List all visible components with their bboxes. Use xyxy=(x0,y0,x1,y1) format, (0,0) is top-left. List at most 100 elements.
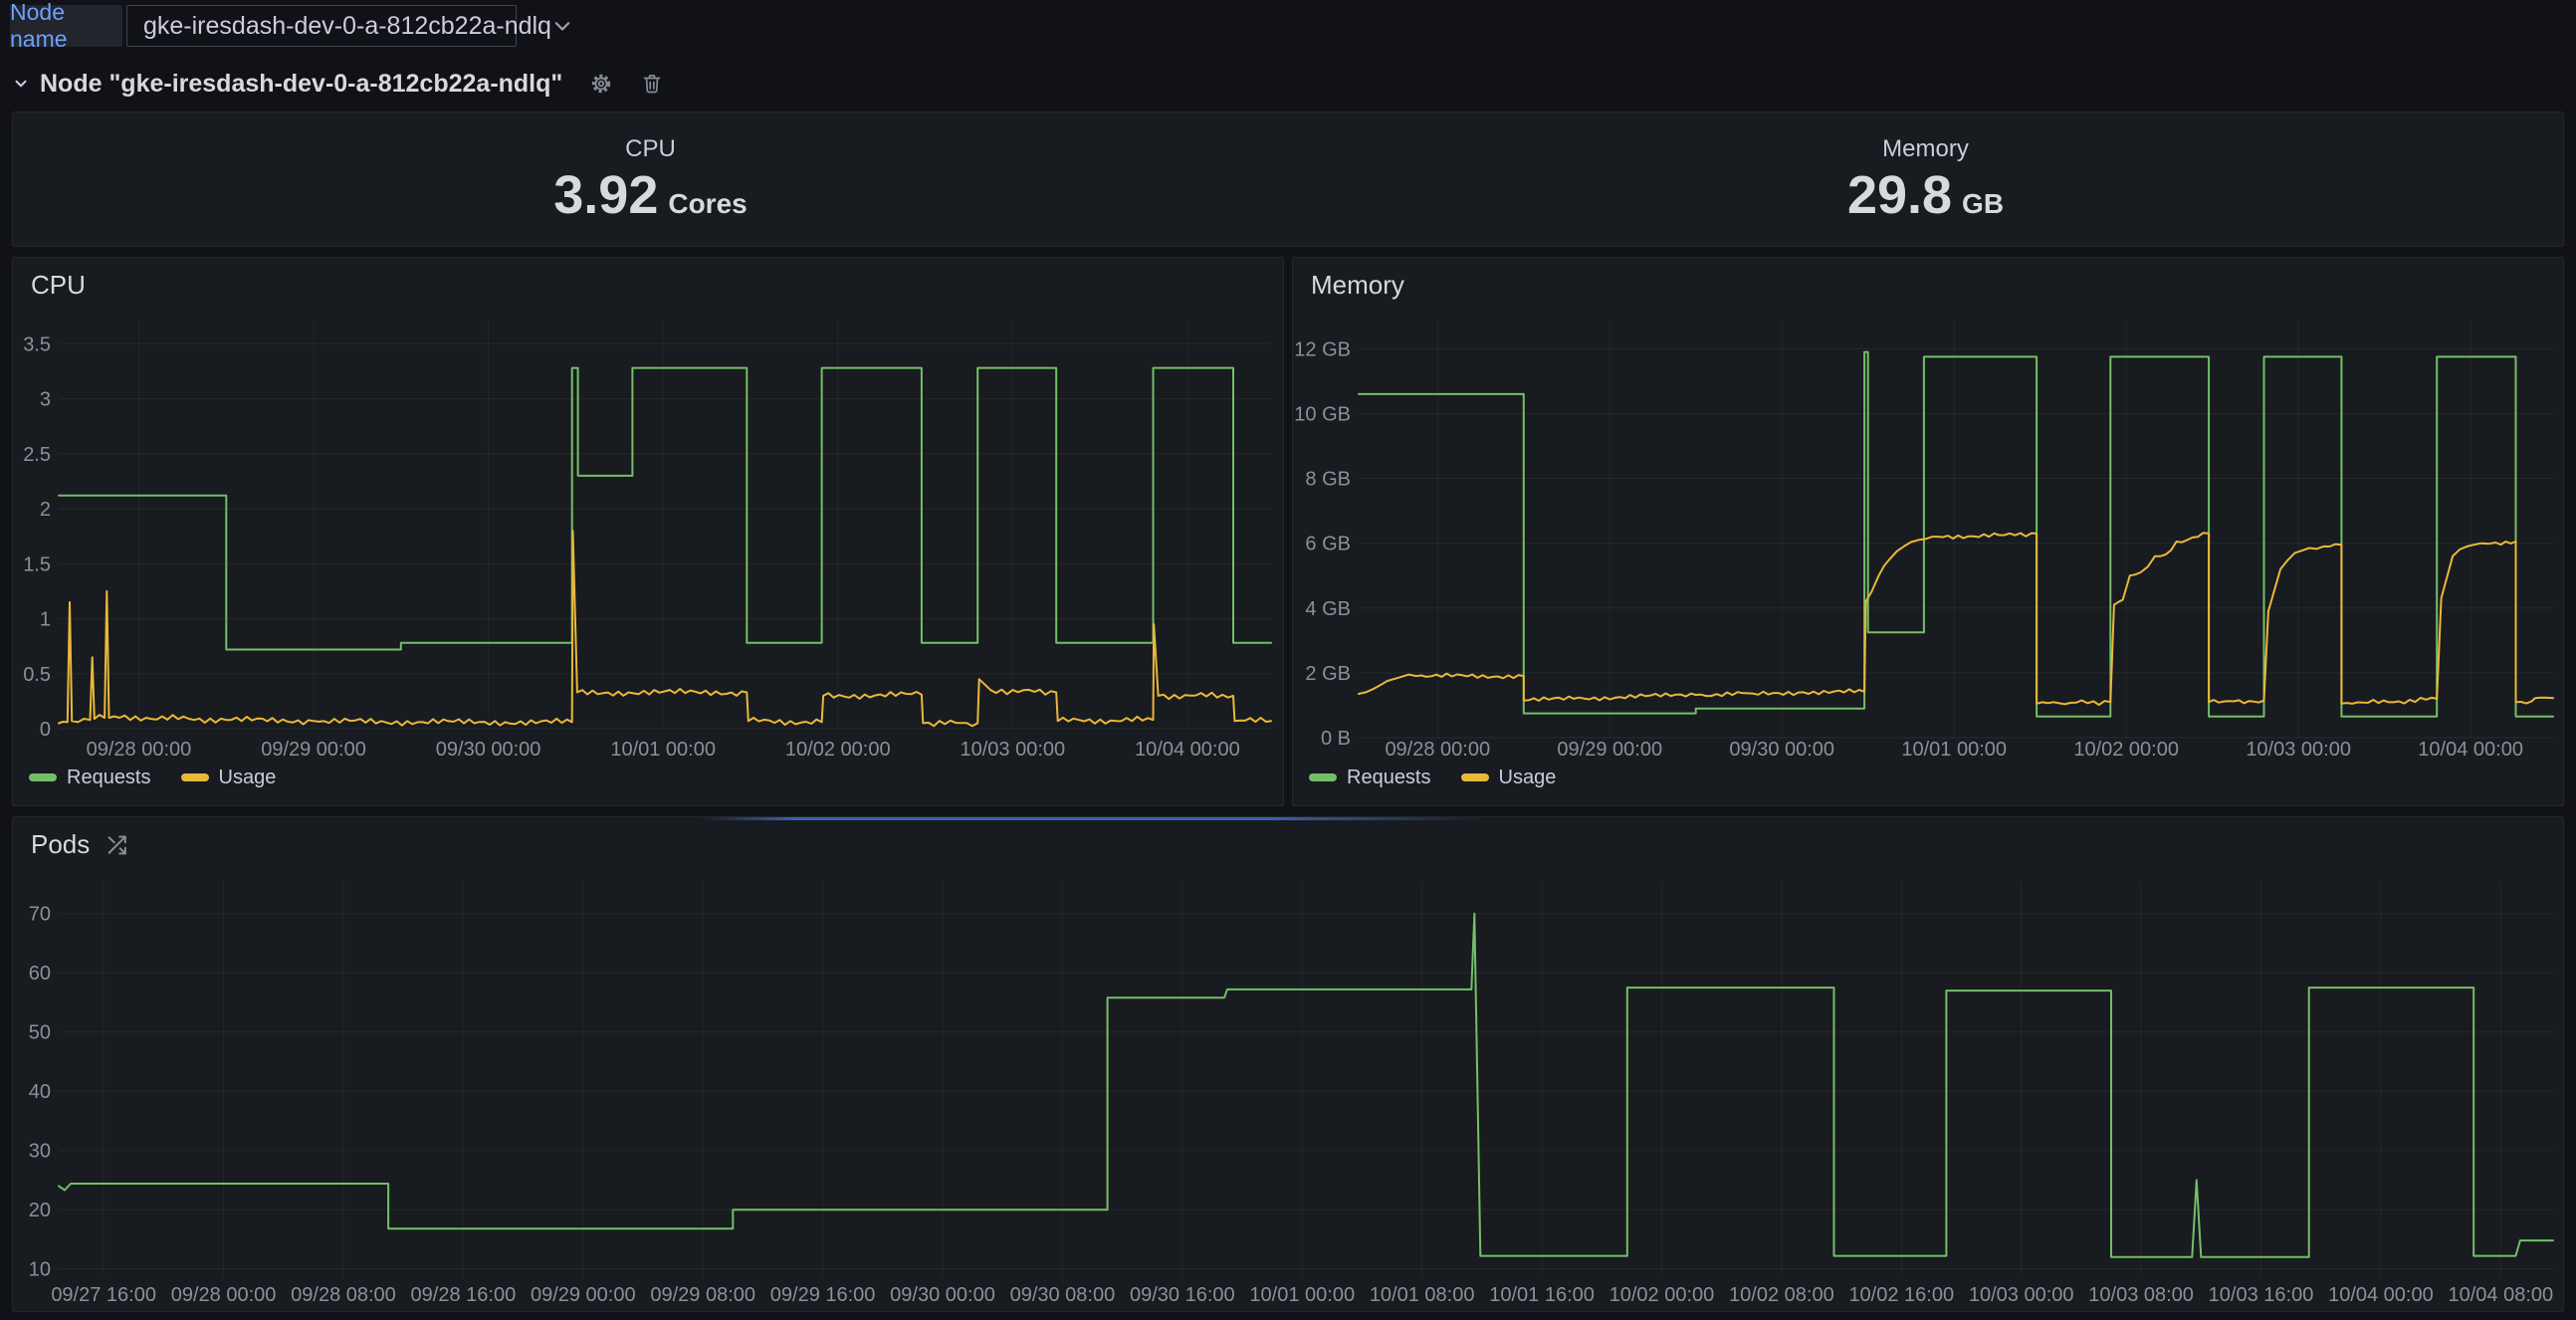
cpu-y-tick: 0 xyxy=(40,719,51,741)
memory-y-tick: 4 GB xyxy=(1305,598,1351,620)
memory-stat-value: 29.8 xyxy=(1847,168,1952,222)
memory-x-tick: 09/28 00:00 xyxy=(1385,739,1490,761)
pods-x-tick: 10/04 08:00 xyxy=(2448,1284,2553,1306)
cpu-x-tick: 09/29 00:00 xyxy=(261,739,366,761)
pods-x-tick: 10/03 00:00 xyxy=(1969,1284,2074,1306)
memory-stat-title: Memory xyxy=(1882,137,1969,161)
cpu-x-tick: 10/01 00:00 xyxy=(610,739,716,761)
memory-x-tick: 09/30 00:00 xyxy=(1729,739,1834,761)
cpu-stat-unit: Cores xyxy=(668,190,747,218)
pods-x-tick: 10/01 16:00 xyxy=(1489,1284,1595,1306)
pods-x-tick: 09/29 08:00 xyxy=(650,1284,755,1306)
pods-x-tick: 10/03 08:00 xyxy=(2088,1284,2194,1306)
cpu-y-tick: 0.5 xyxy=(23,664,51,686)
pods-y-tick: 70 xyxy=(29,904,51,926)
cpu-panel: CPU 09/28 00:00 09/29 00:00 09/30 00:00 10/… xyxy=(12,257,1284,806)
legend-swatch-usage xyxy=(181,773,209,781)
legend-swatch-requests xyxy=(29,773,57,781)
pods-x-tick: 10/03 16:00 xyxy=(2209,1284,2314,1306)
cpu-series-usage xyxy=(59,531,1271,726)
panel-links-icon xyxy=(106,833,129,857)
memory-y-tick: 8 GB xyxy=(1305,469,1351,491)
row-title[interactable]: Node "gke-iresdash-dev-0-a-812cb22a-ndlq… xyxy=(40,70,562,99)
legend-label: Usage xyxy=(219,768,277,787)
pods-series-pods xyxy=(59,914,2553,1257)
pods-y-tick: 50 xyxy=(29,1022,51,1044)
pods-x-tick: 09/30 00:00 xyxy=(890,1284,995,1306)
cpu-y-tick: 2 xyxy=(40,499,51,521)
memory-legend: Requests Usage xyxy=(1309,768,1556,787)
legend-item-requests[interactable]: Requests xyxy=(29,768,151,787)
cpu-x-tick: 10/02 00:00 xyxy=(785,739,891,761)
pods-x-tick: 09/28 00:00 xyxy=(171,1284,277,1306)
pods-x-tick: 09/27 16:00 xyxy=(51,1284,156,1306)
pods-x-tick: 10/02 00:00 xyxy=(1610,1284,1715,1306)
memory-x-tick: 10/03 00:00 xyxy=(2246,739,2351,761)
memory-y-tick: 0 B xyxy=(1321,728,1351,750)
trash-icon[interactable] xyxy=(640,72,664,96)
memory-x-tick: 10/04 00:00 xyxy=(2418,739,2523,761)
pods-y-tick: 20 xyxy=(29,1200,51,1221)
cpu-stat-value: 3.92 xyxy=(553,168,658,222)
pods-chart[interactable]: 09/27 16:00 09/28 00:00 09/28 08:00 09/28 1… xyxy=(13,817,2565,1313)
memory-y-tick: 6 GB xyxy=(1305,534,1351,555)
cpu-panel-title[interactable]: CPU xyxy=(31,270,86,301)
pods-x-tick: 09/28 16:00 xyxy=(411,1284,517,1306)
cpu-x-tick: 10/04 00:00 xyxy=(1135,739,1240,761)
cpu-legend: Requests Usage xyxy=(29,768,276,787)
node-name-dropdown[interactable]: gke-iresdash-dev-0-a-812cb22a-ndlq xyxy=(126,5,517,47)
cpu-chart[interactable]: 09/28 00:00 09/29 00:00 09/30 00:00 10/01 0… xyxy=(13,258,1285,807)
row-header: Node "gke-iresdash-dev-0-a-812cb22a-ndlq… xyxy=(12,64,664,104)
memory-series-usage xyxy=(1359,533,2553,705)
cpu-x-tick: 09/30 00:00 xyxy=(436,739,541,761)
node-name-value: gke-iresdash-dev-0-a-812cb22a-ndlq xyxy=(143,12,551,41)
pods-x-tick: 10/04 00:00 xyxy=(2328,1284,2434,1306)
legend-item-usage[interactable]: Usage xyxy=(181,768,277,787)
legend-swatch-usage xyxy=(1461,773,1489,781)
cpu-stat-title: CPU xyxy=(625,137,676,161)
stat-panel: CPU 3.92 Cores Memory 29.8 GB xyxy=(12,111,2564,247)
cpu-y-tick: 3 xyxy=(40,389,51,411)
cpu-x-tick: 09/28 00:00 xyxy=(87,739,192,761)
legend-label: Requests xyxy=(67,768,151,787)
gear-icon[interactable] xyxy=(588,71,614,97)
pods-y-tick: 10 xyxy=(29,1259,51,1281)
memory-stat: Memory 29.8 GB xyxy=(1288,112,2563,246)
legend-label: Usage xyxy=(1499,768,1557,787)
memory-y-tick: 12 GB xyxy=(1294,338,1351,360)
chevron-down-icon xyxy=(551,15,573,37)
memory-panel-title[interactable]: Memory xyxy=(1311,270,1404,301)
memory-y-tick: 2 GB xyxy=(1305,663,1351,685)
legend-item-usage[interactable]: Usage xyxy=(1461,768,1557,787)
memory-chart[interactable]: 09/28 00:00 09/29 00:00 09/30 00:00 10/01 0… xyxy=(1293,258,2565,807)
pods-y-tick: 40 xyxy=(29,1081,51,1103)
memory-y-tick: 10 GB xyxy=(1294,403,1351,425)
pods-x-tick: 09/29 00:00 xyxy=(531,1284,636,1306)
pods-x-tick: 10/02 08:00 xyxy=(1729,1284,1834,1306)
variable-label: Node name xyxy=(10,5,122,47)
pods-x-tick: 09/28 08:00 xyxy=(291,1284,396,1306)
legend-label: Requests xyxy=(1347,768,1431,787)
pods-x-tick: 10/01 00:00 xyxy=(1249,1284,1355,1306)
cpu-y-tick: 1 xyxy=(40,609,51,631)
legend-swatch-requests xyxy=(1309,773,1337,781)
pods-panel-title[interactable]: Pods xyxy=(31,829,90,860)
cpu-y-tick: 3.5 xyxy=(23,333,51,355)
pods-x-tick: 09/30 08:00 xyxy=(1010,1284,1116,1306)
pods-x-tick: 10/01 08:00 xyxy=(1370,1284,1475,1306)
memory-x-tick: 09/29 00:00 xyxy=(1557,739,1662,761)
pods-panel: Pods 09/27 16:0009/28 00:0009/28 08:0009… xyxy=(12,816,2564,1312)
pods-x-tick: 10/02 16:00 xyxy=(1848,1284,1954,1306)
row-collapse-icon[interactable] xyxy=(12,75,30,93)
memory-panel: Memory 09/28 00:00 09/29 00:00 09/30 00:00… xyxy=(1292,257,2564,806)
memory-x-tick: 10/01 00:00 xyxy=(1901,739,2007,761)
cpu-stat: CPU 3.92 Cores xyxy=(13,112,1288,246)
memory-series-requests xyxy=(1359,352,2553,717)
memory-stat-unit: GB xyxy=(1962,190,2004,218)
cpu-y-tick: 1.5 xyxy=(23,553,51,575)
legend-item-requests[interactable]: Requests xyxy=(1309,768,1431,787)
pods-x-tick: 09/30 16:00 xyxy=(1130,1284,1235,1306)
cpu-x-tick: 10/03 00:00 xyxy=(960,739,1065,761)
pods-y-tick: 30 xyxy=(29,1141,51,1163)
pods-y-tick: 60 xyxy=(29,963,51,985)
